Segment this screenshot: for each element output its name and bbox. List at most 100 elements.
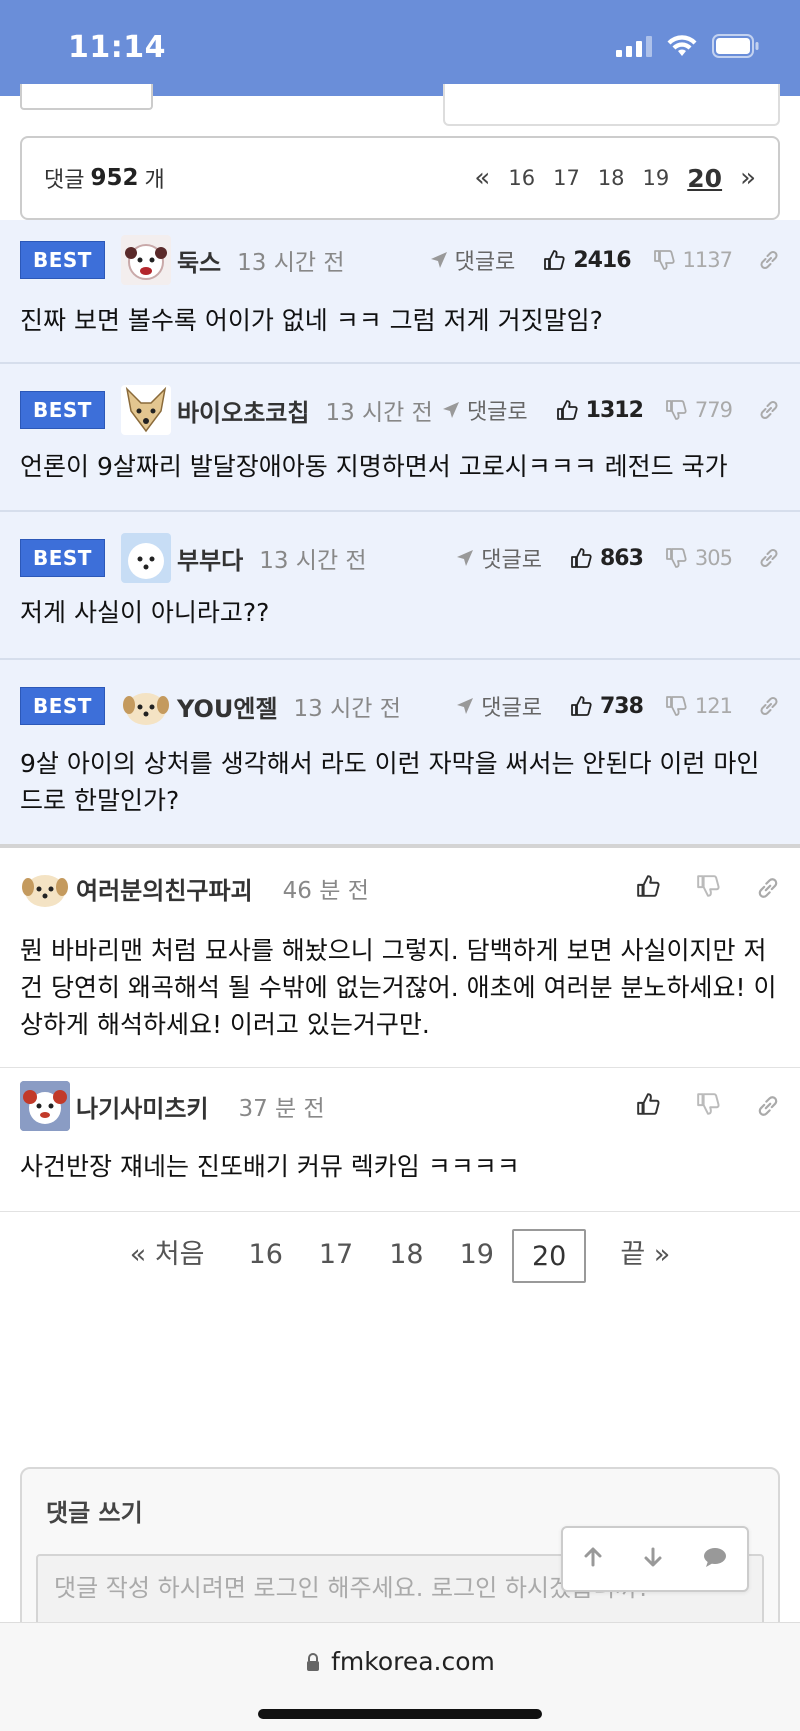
comment-author[interactable]: 둑스 (177, 243, 221, 278)
comment-time: 13 시간 전 (293, 696, 401, 722)
like-button[interactable]: 863 (570, 545, 644, 571)
comment-time: 13 시간 전 (237, 250, 345, 276)
pager-page[interactable]: 16 (508, 166, 535, 190)
like-button[interactable]: 738 (570, 693, 644, 719)
best-comment: BEST YOU엔젤 13 시간 전 댓글로 738 121 9살 아이의 상처… (0, 660, 800, 848)
reply-button[interactable]: 댓글로 (429, 244, 515, 276)
url-field[interactable]: fmkorea.com (0, 1647, 800, 1676)
reply-label: 댓글로 (466, 400, 528, 425)
scroll-down-button[interactable] (642, 1546, 664, 1572)
comment: 여러분의친구파괴 46 분 전 뭔 바바리맨 처럼 묘사를 해놨으니 그렇지. … (0, 852, 800, 1068)
pager-prev[interactable]: « (474, 163, 490, 193)
avatar[interactable] (20, 863, 70, 913)
arrow-down-icon (644, 1547, 662, 1567)
reply-button[interactable]: 댓글로 (455, 542, 542, 574)
pager-page[interactable]: 17 (553, 166, 580, 190)
cellular-signal-icon (616, 35, 652, 57)
comment-author[interactable]: 바이오초코칩 (177, 393, 309, 428)
pager-page[interactable]: 19 (442, 1229, 512, 1283)
dislike-button[interactable]: 779 (665, 398, 733, 422)
reply-arrow-icon (430, 252, 447, 268)
avatar[interactable] (121, 681, 171, 731)
pager-first[interactable]: « 처음 (112, 1229, 223, 1283)
url-text: fmkorea.com (331, 1647, 495, 1676)
link-icon[interactable] (756, 1094, 780, 1118)
status-icons (616, 34, 760, 58)
dislike-button[interactable]: 121 (665, 694, 733, 718)
link-icon[interactable] (758, 547, 780, 569)
dislike-count: 305 (694, 546, 733, 570)
like-button[interactable] (636, 874, 660, 902)
comment-author[interactable]: 나기사미츠키 (76, 1089, 208, 1124)
thumbs-up-icon (571, 696, 592, 716)
thumbs-down-icon (666, 548, 687, 568)
best-comment: BEST 부부다 13 시간 전 댓글로 863 305 저게 사실이 아니라고… (0, 512, 800, 660)
link-icon[interactable] (758, 249, 780, 271)
thumbs-up-icon (637, 1093, 660, 1115)
like-count: 2416 (573, 247, 631, 273)
dislike-button[interactable]: 305 (665, 546, 733, 570)
link-icon[interactable] (756, 876, 780, 900)
like-button[interactable]: 1312 (556, 397, 644, 423)
pager-page[interactable]: 18 (598, 166, 625, 190)
top-pagination: « 16 17 18 19 20 » (474, 163, 756, 193)
best-badge: BEST (20, 539, 105, 577)
thumbs-up-icon (544, 250, 565, 270)
battery-icon (712, 34, 760, 58)
like-button[interactable] (636, 1092, 660, 1120)
pager-page[interactable]: 16 (231, 1229, 301, 1283)
reply-arrow-icon (457, 698, 474, 714)
dislike-button[interactable]: 1137 (653, 248, 733, 272)
avatar[interactable] (120, 235, 171, 285)
like-button[interactable]: 2416 (543, 247, 632, 273)
pager-page[interactable]: 17 (301, 1229, 371, 1283)
comments-button[interactable] (702, 1546, 728, 1572)
link-icon[interactable] (758, 399, 780, 421)
pager-last[interactable]: 끝 » (602, 1229, 688, 1283)
like-count: 738 (599, 693, 644, 719)
cut-off-toolbar (443, 84, 780, 126)
comment-time: 46 분 전 (282, 878, 369, 904)
speech-bubble-icon (704, 1548, 726, 1567)
arrow-up-icon (584, 1547, 602, 1567)
pager-page[interactable]: 18 (371, 1229, 441, 1283)
comment-time: 37 분 전 (238, 1096, 325, 1122)
scroll-up-button[interactable] (582, 1546, 604, 1572)
reply-button[interactable]: 댓글로 (455, 690, 542, 722)
dislike-button[interactable] (696, 1092, 720, 1120)
reply-arrow-icon (457, 550, 474, 566)
comment-author[interactable]: 여러분의친구파괴 (76, 871, 253, 906)
thumbs-down-icon (666, 696, 687, 716)
avatar[interactable] (120, 533, 171, 583)
comment-author[interactable]: YOU엔젤 (177, 689, 278, 724)
avatar[interactable] (20, 1081, 70, 1131)
dislike-count: 779 (694, 398, 733, 422)
comment-author[interactable]: 부부다 (177, 541, 243, 576)
comment-text: 저게 사실이 아니라고?? (20, 598, 270, 627)
thumbs-down-icon (653, 250, 675, 270)
status-time: 11:14 (68, 30, 166, 65)
comment-text: 9살 아이의 상처를 생각해서 라도 이런 자막을 써서는 안된다 이런 마인드… (20, 749, 760, 815)
pager-current-page[interactable]: 20 (687, 164, 722, 193)
lock-icon (307, 1652, 320, 1671)
dislike-count: 1137 (682, 248, 733, 272)
like-count: 863 (599, 545, 644, 571)
comment-count-label: 댓글 (44, 168, 85, 193)
thumbs-down-icon (666, 400, 687, 420)
reply-button[interactable]: 댓글로 (441, 394, 528, 426)
home-indicator[interactable] (258, 1709, 542, 1719)
pager-page[interactable]: 19 (643, 166, 670, 190)
browser-url-bar: fmkorea.com (0, 1622, 800, 1731)
cut-off-button[interactable] (20, 84, 153, 110)
avatar[interactable] (120, 385, 171, 435)
floating-nav (561, 1526, 749, 1592)
like-count: 1312 (585, 397, 644, 423)
dislike-button[interactable] (696, 874, 720, 902)
comment-write-title: 댓글 쓰기 (46, 1499, 143, 1527)
pager-next[interactable]: » (740, 163, 756, 193)
best-badge: BEST (20, 391, 105, 429)
comment-count-bar: 댓글 952 개 « 16 17 18 19 20 » (20, 136, 780, 220)
link-icon[interactable] (758, 695, 780, 717)
pager-current-page[interactable]: 20 (511, 1229, 587, 1283)
reply-arrow-icon (442, 402, 459, 418)
